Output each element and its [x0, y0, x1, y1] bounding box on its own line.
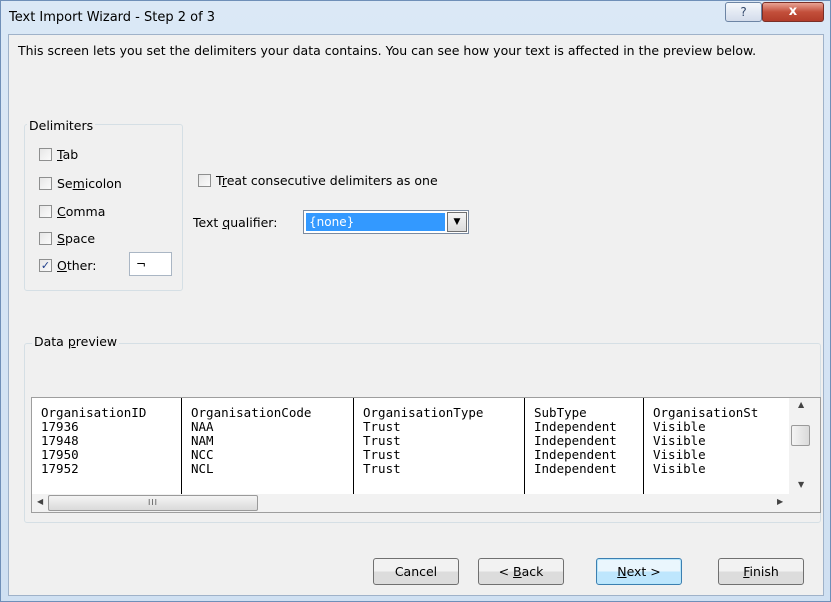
text-qualifier-value: {none}: [306, 213, 445, 231]
text-import-wizard-window: Text Import Wizard - Step 2 of 3 ? x Thi…: [0, 0, 831, 602]
text-qualifier-dropdown[interactable]: {none} ▼: [303, 210, 469, 234]
comma-checkbox[interactable]: [39, 205, 52, 218]
table-cell: NAM: [191, 433, 214, 448]
table-cell: Trust: [363, 433, 401, 448]
preview-grid[interactable]: OrganisationID 17936 17948 17950 17952 O…: [32, 398, 784, 494]
tab-checkbox-row[interactable]: Tab: [39, 147, 78, 162]
comma-checkbox-label: Comma: [57, 204, 106, 219]
column-header: SubType: [534, 405, 587, 420]
close-button[interactable]: x: [762, 2, 824, 22]
other-checkbox[interactable]: ✓: [39, 259, 52, 272]
table-cell: Visible: [653, 419, 706, 434]
preview-column[interactable]: SubType Independent Independent Independ…: [525, 398, 644, 494]
preview-column[interactable]: OrganisationType Trust Trust Trust Trust: [354, 398, 525, 494]
back-button[interactable]: < Back: [478, 558, 564, 585]
other-delimiter-input[interactable]: ¬: [129, 252, 172, 276]
consecutive-delimiters-label: Treat consecutive delimiters as one: [216, 173, 438, 188]
table-cell: Visible: [653, 461, 706, 476]
column-header: OrganisationSt: [653, 405, 759, 420]
table-cell: Visible: [653, 447, 706, 462]
table-cell: Trust: [363, 447, 401, 462]
space-checkbox-row[interactable]: Space: [39, 231, 95, 246]
column-header: OrganisationType: [363, 405, 484, 420]
table-cell: Independent: [534, 461, 617, 476]
table-cell: Visible: [653, 433, 706, 448]
finish-button[interactable]: Finish: [718, 558, 804, 585]
table-cell: NCC: [191, 447, 214, 462]
column-header: OrganisationCode: [191, 405, 312, 420]
scroll-left-icon[interactable]: ◀: [37, 497, 43, 506]
table-cell: 17950: [41, 447, 79, 462]
tab-checkbox-label: Tab: [57, 147, 79, 162]
help-button[interactable]: ?: [725, 2, 762, 22]
table-cell: NAA: [191, 419, 214, 434]
preview-column[interactable]: OrganisationSt Visible Visible Visible V…: [644, 398, 784, 494]
dropdown-arrow-icon[interactable]: ▼: [447, 212, 467, 232]
consecutive-delimiters-row[interactable]: Treat consecutive delimiters as one: [198, 173, 438, 188]
table-cell: Trust: [363, 461, 401, 476]
table-cell: Independent: [534, 419, 617, 434]
space-checkbox[interactable]: [39, 232, 52, 245]
space-checkbox-label: Space: [57, 231, 96, 246]
table-cell: 17948: [41, 433, 79, 448]
instruction-text: This screen lets you set the delimiters …: [18, 43, 757, 58]
scroll-down-icon[interactable]: ▼: [798, 480, 804, 489]
vertical-scrollbar[interactable]: ▲ ▼: [789, 398, 820, 494]
column-header: OrganisationID: [41, 405, 147, 420]
scroll-up-icon[interactable]: ▲: [798, 400, 804, 409]
preview-column[interactable]: OrganisationID 17936 17948 17950 17952: [32, 398, 182, 494]
text-qualifier-label: Text qualifier:: [193, 215, 278, 230]
table-cell: 17952: [41, 461, 79, 476]
table-cell: Independent: [534, 447, 617, 462]
delimiters-group-label: Delimiters: [27, 118, 96, 133]
comma-checkbox-row[interactable]: Comma: [39, 204, 105, 219]
vertical-scroll-thumb[interactable]: [791, 425, 810, 446]
title-bar[interactable]: Text Import Wizard - Step 2 of 3 ? x: [1, 1, 830, 35]
table-cell: NCL: [191, 461, 214, 476]
table-cell: Trust: [363, 419, 401, 434]
preview-column[interactable]: OrganisationCode NAA NAM NCC NCL: [182, 398, 354, 494]
window-title: Text Import Wizard - Step 2 of 3: [9, 10, 216, 25]
data-preview-pane[interactable]: OrganisationID 17936 17948 17950 17952 O…: [31, 397, 821, 513]
semicolon-checkbox-label: Semicolon: [57, 176, 122, 191]
tab-checkbox[interactable]: [39, 148, 52, 161]
other-checkbox-label: Other:: [57, 258, 97, 273]
semicolon-checkbox-row[interactable]: Semicolon: [39, 176, 122, 191]
next-button[interactable]: Next >: [596, 558, 682, 585]
other-checkbox-row[interactable]: ✓ Other:: [39, 258, 97, 273]
data-preview-group-label: Data preview: [32, 334, 120, 349]
scroll-right-icon[interactable]: ▶: [777, 497, 783, 506]
horizontal-scrollbar[interactable]: ◀ III ▶: [32, 494, 820, 512]
table-cell: 17936: [41, 419, 79, 434]
cancel-button[interactable]: Cancel: [373, 558, 459, 585]
semicolon-checkbox[interactable]: [39, 177, 52, 190]
table-cell: Independent: [534, 433, 617, 448]
horizontal-scroll-thumb[interactable]: III: [48, 495, 258, 511]
consecutive-delimiters-checkbox[interactable]: [198, 174, 211, 187]
check-icon: ✓: [40, 259, 51, 272]
